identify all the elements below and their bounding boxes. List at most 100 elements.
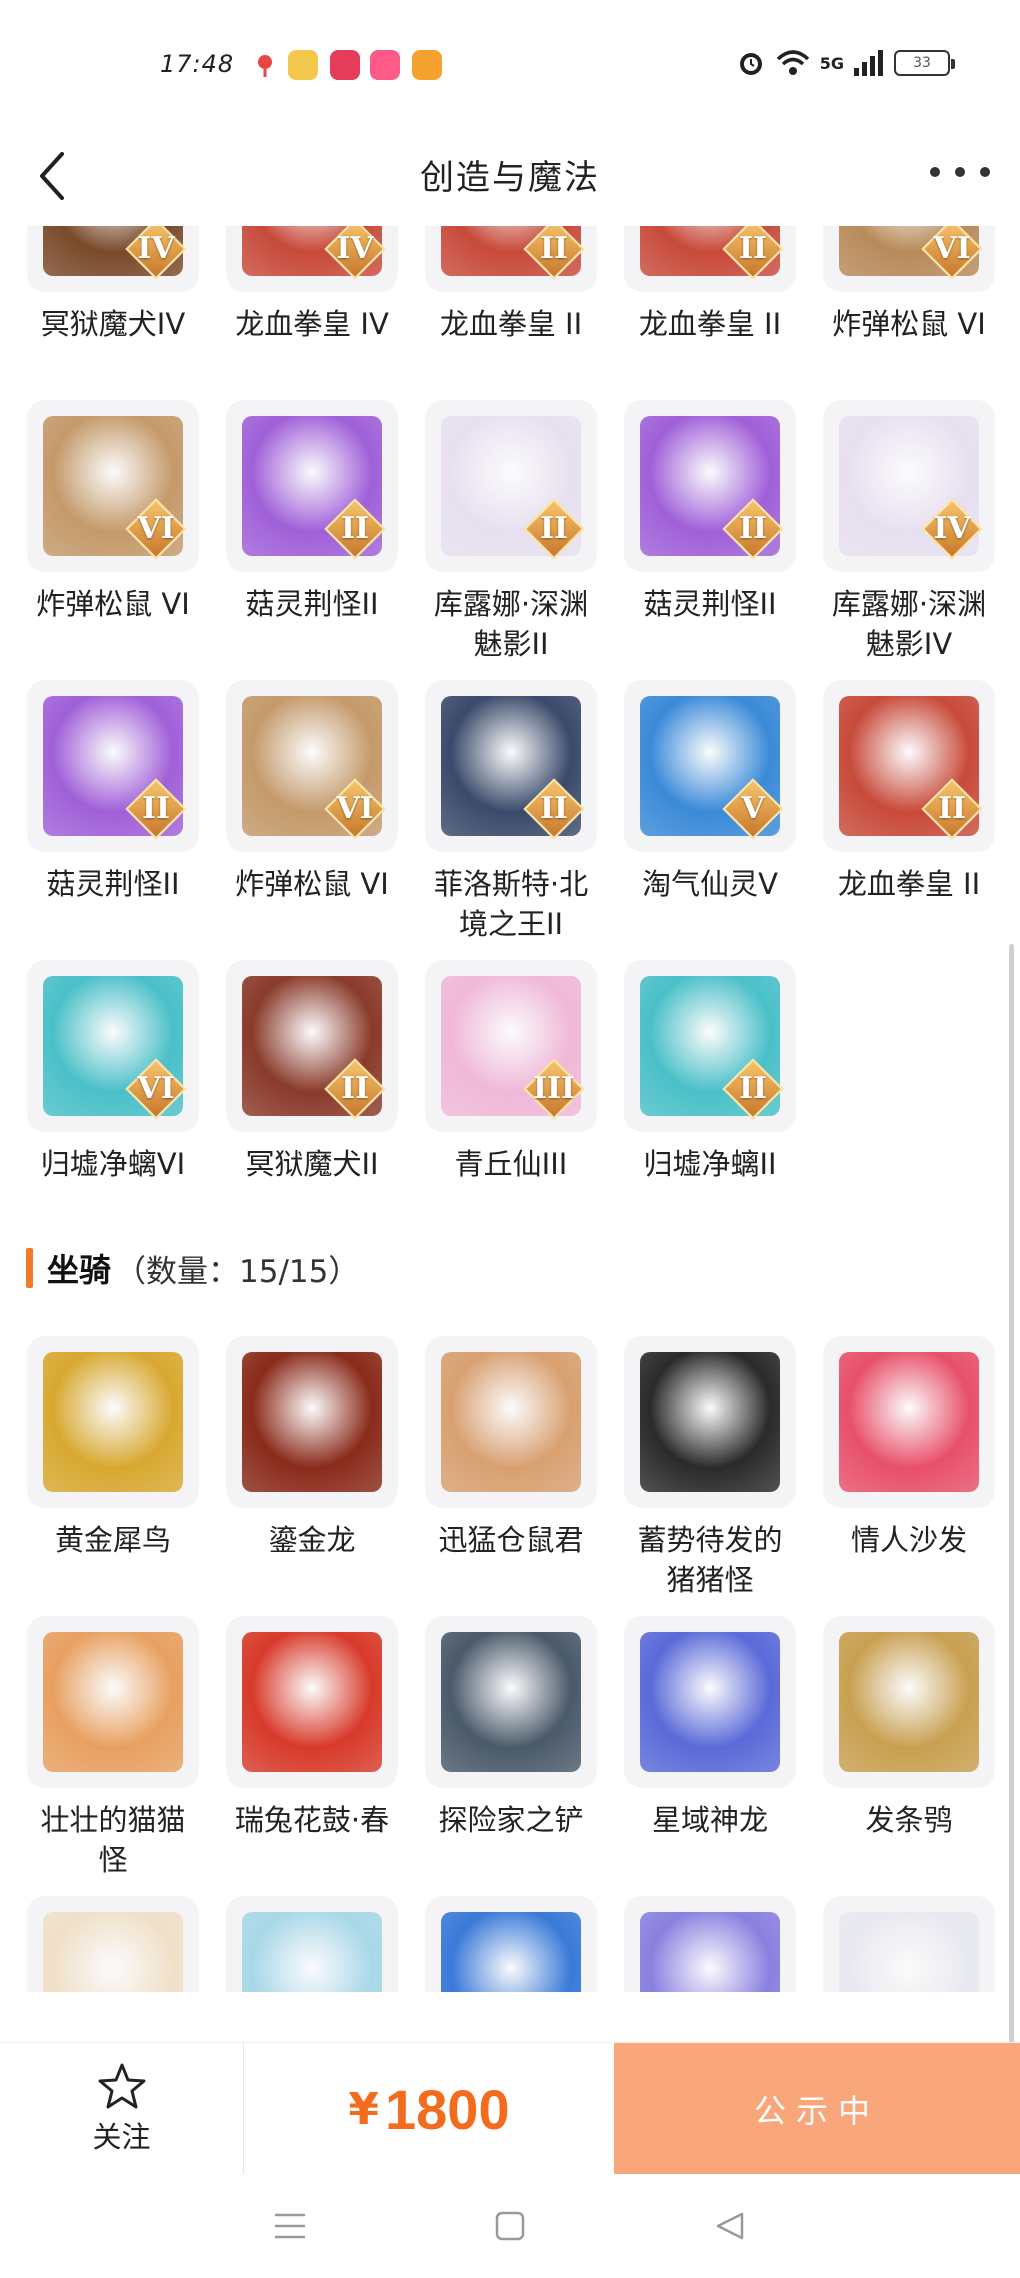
- item-thumbnail: [425, 1616, 597, 1788]
- mount-card[interactable]: [425, 1896, 597, 1992]
- pet-card[interactable]: IV 库露娜·深渊魅影IV: [823, 400, 995, 664]
- pet-card[interactable]: VI 炸弹松鼠 VI: [27, 400, 199, 624]
- nav-bar: 创造与魔法: [0, 130, 1020, 226]
- level-badge-text: II: [738, 1071, 768, 1106]
- pet-card[interactable]: II 龙血拳皇 II: [624, 226, 796, 344]
- item-thumbnail: [27, 1896, 199, 1992]
- alarm-icon: [739, 53, 762, 75]
- follow-button[interactable]: 关注: [0, 2043, 244, 2175]
- home-square-icon: [495, 2211, 525, 2241]
- pet-card[interactable]: VI 炸弹松鼠 VI: [226, 680, 398, 904]
- mount-card[interactable]: 探险家之铲: [425, 1616, 597, 1840]
- publicity-status-button[interactable]: 公示中: [614, 2043, 1020, 2175]
- status-indicators: 5G 33: [736, 48, 955, 78]
- pet-card[interactable]: II 菲洛斯特·北境之王II: [425, 680, 597, 944]
- item-label: 库露娜·深渊魅影IV: [831, 587, 987, 661]
- status-time: 17:48: [160, 50, 235, 78]
- item-label: 星域神龙: [651, 1803, 768, 1837]
- mount-card[interactable]: [823, 1896, 995, 1992]
- pet-card[interactable]: II 归墟净螭II: [624, 960, 796, 1184]
- item-label: 龙血拳皇 IV: [235, 307, 389, 341]
- back-nav-button[interactable]: [700, 2196, 760, 2256]
- pet-card[interactable]: II 库露娜·深渊魅影II: [425, 400, 597, 664]
- pet-card[interactable]: III 青丘仙III: [425, 960, 597, 1184]
- level-badge-text: II: [141, 791, 171, 826]
- item-art-image: [242, 1632, 382, 1772]
- item-thumbnail: IV: [823, 400, 995, 572]
- item-label: 迅猛仓鼠君: [438, 1523, 584, 1557]
- pet-card[interactable]: II 龙血拳皇 II: [425, 226, 597, 344]
- pet-card[interactable]: II 冥狱魔犬II: [226, 960, 398, 1184]
- mount-card[interactable]: [624, 1896, 796, 1992]
- level-badge-text: VI: [336, 791, 374, 826]
- item-thumbnail: [823, 1616, 995, 1788]
- pet-card[interactable]: VI 归墟净螭VI: [27, 960, 199, 1184]
- pet-card[interactable]: IV 冥狱魔犬IV: [27, 226, 199, 344]
- level-badge-text: II: [340, 1071, 370, 1106]
- item-art-image: [640, 1352, 780, 1492]
- mount-card[interactable]: 黄金犀鸟: [27, 1336, 199, 1560]
- menu-nav-button[interactable]: [260, 2196, 320, 2256]
- pet-card[interactable]: V 淘气仙灵V: [624, 680, 796, 904]
- item-label: 龙血拳皇 II: [638, 307, 782, 341]
- mount-card[interactable]: 发条鸮: [823, 1616, 995, 1840]
- mount-card[interactable]: 瑞兔花鼓·春: [226, 1616, 398, 1840]
- mount-card[interactable]: 鎏金龙: [226, 1336, 398, 1560]
- pet-card[interactable]: IV 龙血拳皇 IV: [226, 226, 398, 344]
- item-thumbnail: [226, 1616, 398, 1788]
- item-label: 发条鸮: [865, 1803, 953, 1837]
- more-dot-icon: [955, 167, 965, 177]
- item-thumbnail: VI: [27, 400, 199, 572]
- item-art-image: [43, 1352, 183, 1492]
- home-nav-button[interactable]: [480, 2196, 540, 2256]
- item-thumbnail: VI: [27, 960, 199, 1132]
- mount-card[interactable]: 壮壮的猫猫怪: [27, 1616, 199, 1880]
- more-button[interactable]: [930, 152, 990, 192]
- pet-card[interactable]: II 菇灵荆怪II: [226, 400, 398, 624]
- mounts-section-header: 坐骑 （数量：15/15）: [26, 1246, 359, 1290]
- item-label: 青丘仙III: [454, 1147, 568, 1181]
- item-label: 瑞兔花鼓·春: [234, 1803, 390, 1837]
- level-badge-text: VI: [137, 511, 175, 546]
- level-badge-text: II: [539, 231, 569, 266]
- pet-card[interactable]: II 菇灵荆怪II: [27, 680, 199, 904]
- item-thumbnail: [823, 1336, 995, 1508]
- pet-card[interactable]: II 菇灵荆怪II: [624, 400, 796, 624]
- scroll-content[interactable]: IV 冥狱魔犬IV IV 龙血拳皇 IV II 龙血拳皇 II II 龙血拳皇 II VI 炸弹松…: [0, 226, 1020, 2042]
- item-label: 情人沙发: [850, 1523, 967, 1557]
- level-badge-text: V: [741, 791, 765, 826]
- item-label: 菲洛斯特·北境之王II: [433, 867, 589, 941]
- mount-card[interactable]: 迅猛仓鼠君: [425, 1336, 597, 1560]
- item-thumbnail: II: [226, 960, 398, 1132]
- section-count: （数量：15/15）: [115, 1253, 360, 1290]
- item-label: 冥狱魔犬II: [245, 1147, 379, 1181]
- level-badge-text: IV: [933, 511, 971, 546]
- item-thumbnail: IV: [226, 226, 398, 292]
- item-art-image: [242, 1352, 382, 1492]
- pet-card[interactable]: VI 炸弹松鼠 VI: [823, 226, 995, 344]
- item-label: 黄金犀鸟: [54, 1523, 171, 1557]
- pet-card[interactable]: II 龙血拳皇 II: [823, 680, 995, 904]
- mount-card[interactable]: [27, 1896, 199, 1992]
- follow-label: 关注: [92, 2120, 151, 2154]
- wifi-icon: [776, 50, 809, 75]
- item-label: 探险家之铲: [438, 1803, 584, 1837]
- item-label: 菇灵荆怪II: [643, 587, 777, 621]
- section-title: 坐骑: [47, 1251, 112, 1289]
- mount-card[interactable]: 蓄势待发的猪猪怪: [624, 1336, 796, 1600]
- scrollbar[interactable]: [1009, 944, 1014, 2124]
- item-art-image: [839, 1352, 979, 1492]
- mount-card[interactable]: 情人沙发: [823, 1336, 995, 1560]
- item-thumbnail: [624, 1896, 796, 1992]
- video-app-icon: [412, 50, 442, 80]
- level-badge-text: VI: [137, 1071, 175, 1106]
- mount-card[interactable]: [226, 1896, 398, 1992]
- item-art-image: [242, 1912, 382, 1992]
- item-art-image: [43, 1632, 183, 1772]
- item-thumbnail: [27, 1616, 199, 1788]
- item-label: 炸弹松鼠 VI: [235, 867, 389, 901]
- mount-card[interactable]: 星域神龙: [624, 1616, 796, 1840]
- more-dot-icon: [930, 167, 940, 177]
- item-art-image: [640, 1632, 780, 1772]
- level-badge-text: III: [532, 1071, 576, 1106]
